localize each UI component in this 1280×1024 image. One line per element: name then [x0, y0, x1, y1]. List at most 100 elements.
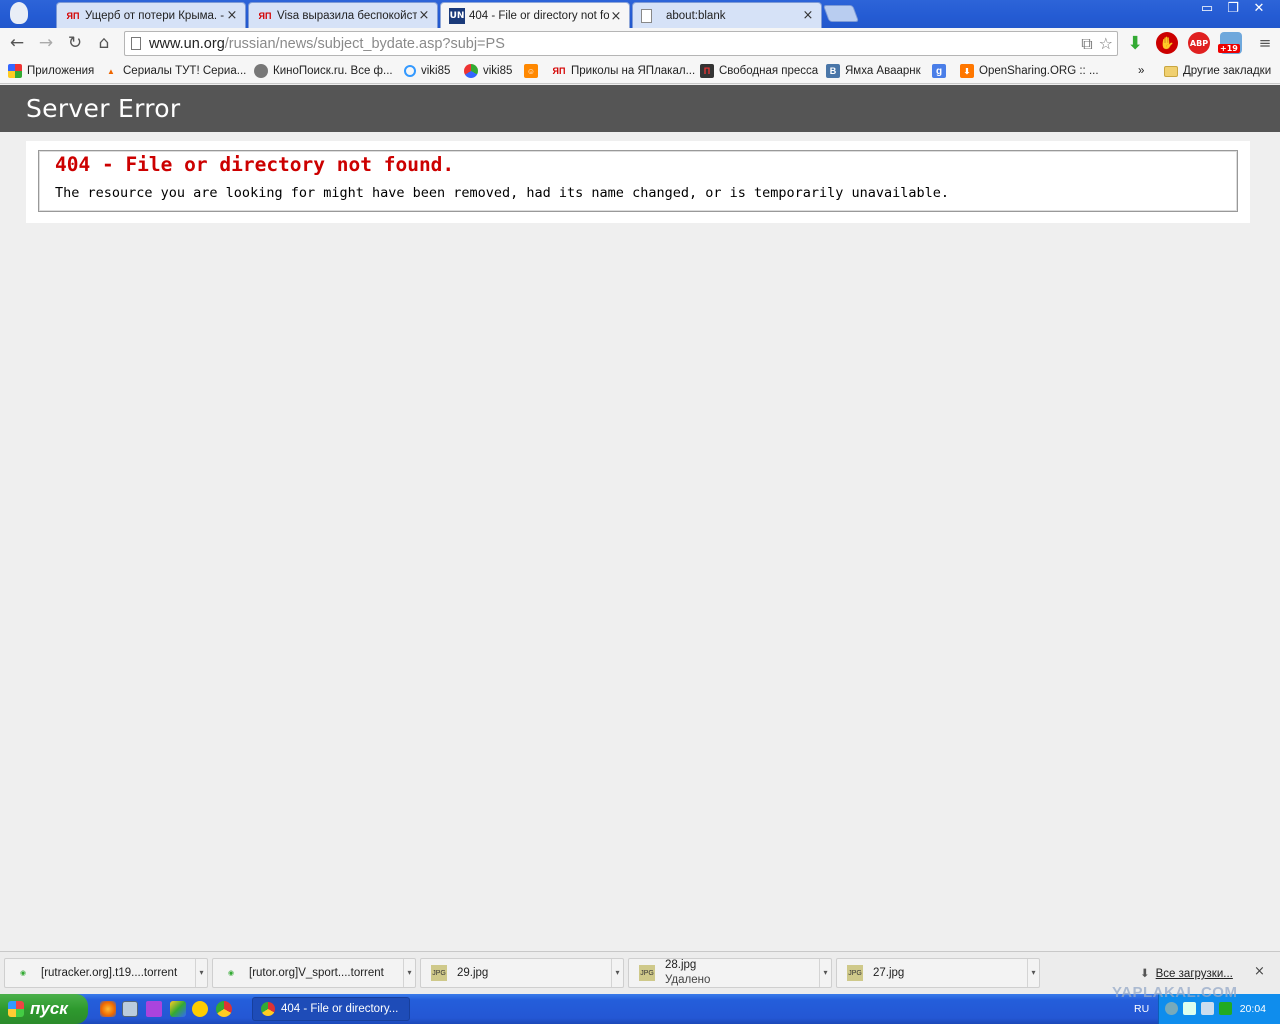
close-window-button[interactable]: ✕ [1246, 0, 1272, 18]
close-tab-icon[interactable]: × [417, 8, 431, 23]
bookmark-label: Сериалы ТУТ! Сериа... [123, 65, 247, 77]
task-title: 404 - File or directory... [281, 1003, 399, 1015]
newspaper-icon: П [700, 64, 714, 78]
error-heading: 404 - File or directory not found. [55, 153, 455, 176]
error-description: The resource you are looking for might h… [55, 185, 950, 201]
close-tab-icon[interactable]: × [609, 9, 623, 24]
language-indicator[interactable]: RU [1134, 1003, 1149, 1015]
bookmark-label: Свободная пресса [719, 65, 819, 77]
page-title: Server Error [26, 94, 181, 123]
tab-title: Visa выразила беспокойств [277, 9, 417, 22]
bookmark-odnoklassniki[interactable]: ☺ [524, 62, 543, 80]
clock[interactable]: 20:04 [1240, 1003, 1266, 1015]
page-info-icon[interactable] [131, 37, 141, 50]
download-item[interactable]: JPG 29.jpg ▾ [420, 958, 624, 988]
tab-404-active[interactable]: UN 404 - File or directory not fou × [440, 2, 630, 29]
back-button[interactable]: ← [6, 32, 28, 54]
bookmark-other-folder[interactable]: Другие закладки [1164, 62, 1271, 80]
bookmark-viki85-1[interactable]: viki85 [404, 62, 450, 80]
adblock-plus-icon[interactable]: ABP [1188, 32, 1210, 54]
network-icon[interactable] [1183, 1002, 1196, 1015]
notification-badge: +19 [1218, 44, 1240, 53]
google-icon: g [932, 64, 946, 78]
aimp-icon[interactable] [192, 1001, 208, 1017]
bookmark-label: Другие закладки [1183, 65, 1272, 77]
browser-profile-icon[interactable] [10, 2, 28, 24]
browser-toolbar: ← → ↻ ⌂ www.un.org/russian/news/subject_… [0, 28, 1280, 58]
download-item[interactable]: JPG 27.jpg ▾ [836, 958, 1040, 988]
jpg-file-icon: JPG [847, 965, 863, 981]
bookmark-label: Приложения [27, 65, 95, 77]
notifications-extension-icon[interactable]: +19 [1218, 32, 1242, 54]
bookmark-svobodnaya-pressa[interactable]: П Свободная пресса [700, 62, 818, 80]
tab-yaplakal-visa[interactable]: ЯП Visa выразила беспокойств × [248, 2, 438, 28]
battery-icon[interactable] [1219, 1002, 1232, 1015]
downloads-shelf: ◉ [rutracker.org].t19....torrent ▾ ◉ [ru… [0, 951, 1280, 994]
page-header: Server Error [0, 85, 1280, 132]
download-menu-arrow[interactable]: ▾ [1027, 959, 1039, 987]
download-item[interactable]: JPG 28.jpg Удалено ▾ [628, 958, 832, 988]
download-menu-arrow[interactable]: ▾ [611, 959, 623, 987]
download-status: Удалено [665, 974, 711, 986]
bookmark-label: Ямха Аваарнк [845, 65, 921, 77]
close-tab-icon[interactable]: × [225, 8, 239, 23]
bookmark-kinopoisk[interactable]: КиноПоиск.ru. Все ф... [254, 62, 393, 80]
start-label: пуск [30, 999, 68, 1018]
bookmark-label: viki85 [483, 65, 513, 77]
page-icon [641, 8, 652, 23]
folder-icon [1164, 65, 1178, 77]
volume-icon[interactable] [1201, 1002, 1214, 1015]
download-name: 28.jpg [665, 959, 697, 971]
forward-button[interactable]: → [35, 32, 57, 54]
bookmark-star-icon[interactable]: ☆ [1099, 34, 1113, 54]
bookmark-serialy[interactable]: ▲ Сериалы ТУТ! Сериа... [104, 62, 246, 80]
desktop-icon[interactable] [122, 1001, 138, 1017]
download-extension-icon[interactable]: ⬇ [1124, 32, 1146, 54]
download-filename: [rutracker.org].t19....torrent [41, 966, 178, 979]
bookmark-apps[interactable]: Приложения [8, 62, 94, 80]
download-filename: [rutor.org]V_sport....torrent [249, 966, 384, 979]
adblock-stop-icon[interactable]: ✋ [1156, 32, 1178, 54]
vk-icon: В [826, 64, 840, 78]
tab-yaplakal-crimea[interactable]: ЯП Ущерб от потери Крыма. - × [56, 2, 246, 28]
new-tab-button[interactable] [822, 5, 860, 22]
bookmark-viki85-2[interactable]: viki85 [464, 62, 512, 80]
close-tab-icon[interactable]: × [801, 8, 815, 23]
bookmarks-overflow-button[interactable]: » [1138, 62, 1144, 80]
show-all-label: Все загрузки... [1155, 968, 1233, 980]
translate-icon[interactable]: ⧉ [1081, 34, 1092, 54]
yaplakal-icon: ЯП [66, 10, 80, 21]
show-all-downloads-link[interactable]: ⬇ Все загрузки... [1140, 966, 1233, 980]
app-launcher-icon[interactable] [146, 1001, 162, 1017]
google-drive-icon[interactable] [170, 1001, 186, 1017]
bookmark-vk[interactable]: В Ямха Аваарнк [826, 62, 921, 80]
apps-grid-icon [8, 64, 22, 78]
reload-button[interactable]: ↻ [64, 32, 86, 54]
home-button[interactable]: ⌂ [93, 32, 115, 54]
tab-about-blank[interactable]: about:blank × [632, 2, 822, 28]
bookmark-label: viki85 [421, 65, 451, 77]
windows-taskbar: пуск 404 - File or directory... RU 20:04 [0, 994, 1280, 1024]
download-item[interactable]: ◉ [rutracker.org].t19....torrent ▾ [4, 958, 208, 988]
bookmark-opensharing[interactable]: ⬇ OpenSharing.ORG :: ... [960, 62, 1099, 80]
tray-expand-icon[interactable] [1165, 1002, 1178, 1015]
chrome-icon [261, 1002, 275, 1016]
bookmark-google[interactable]: g [932, 62, 951, 80]
taskbar-chrome-window[interactable]: 404 - File or directory... [252, 997, 410, 1021]
download-menu-arrow[interactable]: ▾ [819, 959, 831, 987]
address-bar[interactable]: www.un.org/russian/news/subject_bydate.a… [124, 31, 1118, 56]
tab-title: Ущерб от потери Крыма. - [85, 9, 225, 22]
download-menu-arrow[interactable]: ▾ [403, 959, 415, 987]
minimize-button[interactable]: ▭ [1194, 0, 1220, 18]
bookmark-yaplakal[interactable]: ЯП Приколы на ЯПлакал... [552, 62, 696, 80]
menu-icon[interactable]: ≡ [1254, 32, 1276, 54]
maximize-button[interactable]: ❐ [1220, 0, 1246, 18]
start-button[interactable]: пуск [0, 994, 88, 1024]
firefox-icon[interactable] [100, 1001, 116, 1017]
content-panel: 404 - File or directory not found. The r… [26, 141, 1250, 223]
chrome-icon[interactable] [216, 1001, 232, 1017]
download-menu-arrow[interactable]: ▾ [195, 959, 207, 987]
close-shelf-icon[interactable]: × [1254, 964, 1265, 979]
download-item[interactable]: ◉ [rutor.org]V_sport....torrent ▾ [212, 958, 416, 988]
jpg-file-icon: JPG [431, 965, 447, 981]
